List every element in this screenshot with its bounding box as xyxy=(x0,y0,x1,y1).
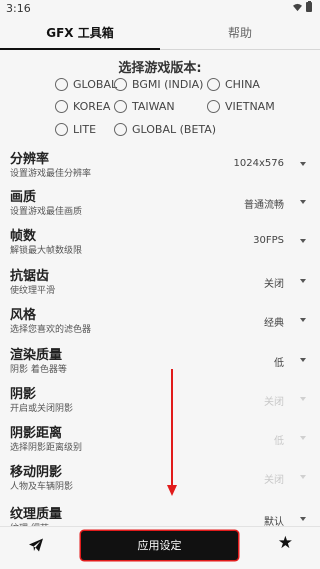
setting-description: 人物及车辆阴影 xyxy=(10,482,74,492)
dropdown-arrow-icon[interactable] xyxy=(300,239,306,243)
bottom-bar: 应用设定 ★ xyxy=(0,526,320,569)
setting-description: 阴影 着色器等 xyxy=(10,365,67,375)
radio-option-label: TAIWAN xyxy=(132,100,175,113)
setting-value[interactable]: 关闭 xyxy=(264,471,284,486)
radio-option-bgmi-india[interactable]: BGMI (INDIA) xyxy=(114,78,203,91)
radio-option-label: GLOBAL (BETA) xyxy=(132,123,217,136)
dropdown-arrow-icon[interactable] xyxy=(300,397,306,401)
setting-value[interactable]: 30FPS xyxy=(253,235,284,246)
tab-bar: GFX 工具箱 帮助 xyxy=(0,18,320,50)
radio-option-label: LITE xyxy=(73,123,97,136)
setting-title: 阴影距离 xyxy=(10,426,63,441)
setting-graphics[interactable]: 画质 设置游戏最佳画质 普通流畅 xyxy=(10,186,310,220)
setting-fps[interactable]: 帧数 解锁最大帧数级限 30FPS xyxy=(10,225,310,259)
setting-value[interactable]: 1024x576 xyxy=(234,158,284,169)
radio-option-china[interactable]: CHINA xyxy=(207,78,260,91)
tab-gfx-tools[interactable]: GFX 工具箱 xyxy=(0,18,160,50)
radio-option-korea[interactable]: KOREA xyxy=(55,100,110,113)
setting-title: 风格 xyxy=(10,308,37,323)
setting-render-quality[interactable]: 渲染质量 阴影 着色器等 低 xyxy=(10,344,310,378)
battery-icon xyxy=(306,0,312,12)
setting-description: 开启或关闭阴影 xyxy=(10,404,74,414)
radio-option-global[interactable]: GLOBAL xyxy=(55,78,117,91)
setting-title: 抗锯齿 xyxy=(10,269,50,284)
setting-value[interactable]: 低 xyxy=(274,432,284,447)
setting-value[interactable]: 关闭 xyxy=(264,393,284,408)
radio-option-lite[interactable]: LITE xyxy=(55,123,96,136)
dropdown-arrow-icon[interactable] xyxy=(300,436,306,440)
setting-shadows[interactable]: 阴影 开启或关闭阴影 关闭 xyxy=(10,383,310,417)
dropdown-arrow-icon[interactable] xyxy=(300,517,306,521)
status-time: 3:16 xyxy=(6,2,31,15)
radio-option-label: CHINA xyxy=(225,78,260,91)
radio-button[interactable] xyxy=(207,100,220,113)
radio-option-label: VIETNAM xyxy=(225,100,275,113)
setting-description: 选择阴影距离级别 xyxy=(10,443,83,453)
radio-button[interactable] xyxy=(55,100,68,113)
setting-value[interactable]: 普通流畅 xyxy=(244,196,284,211)
radio-option-label: BGMI (INDIA) xyxy=(132,78,204,91)
radio-option-global-beta[interactable]: GLOBAL (BETA) xyxy=(114,123,216,136)
telegram-icon[interactable] xyxy=(28,537,44,553)
setting-description: 使纹理平滑 xyxy=(10,286,56,296)
radio-option-vietnam[interactable]: VIETNAM xyxy=(207,100,275,113)
dropdown-arrow-icon[interactable] xyxy=(300,162,306,166)
annotation-arrow xyxy=(167,369,177,496)
setting-description: 设置游戏最佳分辨率 xyxy=(10,169,92,179)
wifi-icon xyxy=(293,3,302,11)
setting-moving-shadows[interactable]: 移动阴影 人物及车辆阴影 关闭 xyxy=(10,461,310,495)
apply-settings-button[interactable]: 应用设定 xyxy=(81,531,238,560)
radio-button[interactable] xyxy=(114,100,127,113)
tab-help[interactable]: 帮助 xyxy=(160,18,320,50)
setting-title: 画质 xyxy=(10,190,37,205)
star-icon[interactable]: ★ xyxy=(278,535,293,552)
dropdown-arrow-icon[interactable] xyxy=(300,318,306,322)
setting-title: 纹理质量 xyxy=(10,507,63,522)
radio-button[interactable] xyxy=(114,78,127,91)
setting-title: 阴影 xyxy=(10,387,37,402)
bottom-divider xyxy=(0,526,320,527)
setting-title: 移动阴影 xyxy=(10,465,63,480)
setting-description: 选择您喜欢的滤色器 xyxy=(10,325,92,335)
radio-button[interactable] xyxy=(55,123,68,136)
setting-description: 解锁最大帧数级限 xyxy=(10,246,83,256)
status-icons xyxy=(293,0,312,12)
setting-style[interactable]: 风格 选择您喜欢的滤色器 经典 xyxy=(10,304,310,338)
setting-title: 分辨率 xyxy=(10,152,50,167)
dropdown-arrow-icon[interactable] xyxy=(300,358,306,362)
radio-button[interactable] xyxy=(207,78,220,91)
setting-value[interactable]: 关闭 xyxy=(264,275,284,290)
dropdown-arrow-icon[interactable] xyxy=(300,279,306,283)
setting-resolution[interactable]: 分辨率 设置游戏最佳分辨率 1024x576 xyxy=(10,148,310,182)
setting-description: 设置游戏最佳画质 xyxy=(10,207,83,217)
setting-shadow-distance[interactable]: 阴影距离 选择阴影距离级别 低 xyxy=(10,422,310,456)
setting-antialiasing[interactable]: 抗锯齿 使纹理平滑 关闭 xyxy=(10,265,310,299)
radio-option-label: KOREA xyxy=(73,100,111,113)
setting-value[interactable]: 经典 xyxy=(264,314,284,329)
version-title: 选择游戏版本: xyxy=(118,61,202,76)
radio-option-taiwan[interactable]: TAIWAN xyxy=(114,100,175,113)
status-bar: 3:16 xyxy=(0,0,320,18)
radio-option-label: GLOBAL xyxy=(73,78,118,91)
radio-button[interactable] xyxy=(55,78,68,91)
setting-title: 帧数 xyxy=(10,229,37,244)
dropdown-arrow-icon[interactable] xyxy=(300,475,306,479)
setting-title: 渲染质量 xyxy=(10,348,63,363)
dropdown-arrow-icon[interactable] xyxy=(300,200,306,204)
radio-button[interactable] xyxy=(114,123,127,136)
setting-value[interactable]: 低 xyxy=(274,354,284,369)
